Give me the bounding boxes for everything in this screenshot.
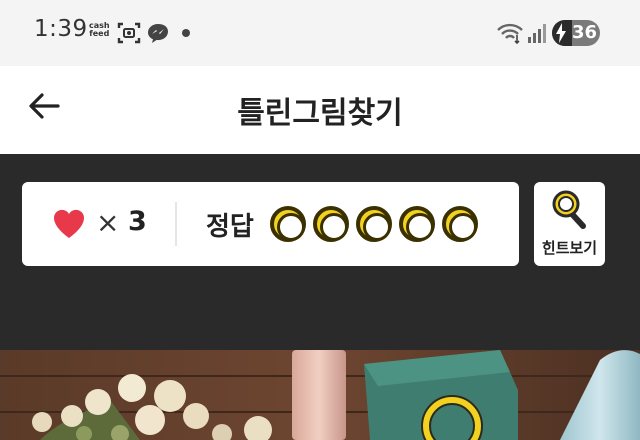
- lives-multiplier: ×: [96, 206, 120, 239]
- cashfeed-icon: cash feed: [89, 21, 110, 38]
- lives-count: 3: [128, 206, 147, 237]
- notification-dot-icon: [182, 29, 190, 37]
- game-status-card: × 3 정답: [22, 182, 519, 266]
- status-bar: 1:39 cash feed 36: [0, 0, 640, 66]
- hint-label: 힌트보기: [541, 239, 598, 257]
- pink-paper-roll: [292, 350, 346, 440]
- green-gift-box: [364, 350, 518, 440]
- magnifier-icon: [552, 190, 586, 229]
- puzzle-image[interactable]: [0, 350, 640, 440]
- answer-slot: [399, 206, 435, 242]
- heart-icon: [53, 209, 85, 238]
- hint-button[interactable]: 힌트보기: [534, 182, 605, 266]
- answer-label: 정답: [206, 212, 254, 242]
- status-time: 1:39: [34, 16, 88, 42]
- answer-slot: [313, 206, 349, 242]
- battery-icon: 36: [552, 20, 600, 46]
- battery-level: 36: [572, 22, 598, 43]
- app-header: 틀린그림찾기: [0, 66, 640, 154]
- answer-slot: [356, 206, 392, 242]
- answer-slots: [270, 206, 478, 242]
- game-panel: × 3 정답 힌트보기: [0, 154, 640, 350]
- page-title: 틀린그림찾기: [237, 96, 403, 131]
- messenger-icon: [148, 24, 168, 43]
- screenshot-icon: [117, 22, 141, 44]
- answer-slot: [270, 206, 306, 242]
- signal-icon: [528, 24, 546, 43]
- wifi-icon: [497, 23, 523, 45]
- divider: [175, 202, 177, 246]
- answer-slot: [442, 206, 478, 242]
